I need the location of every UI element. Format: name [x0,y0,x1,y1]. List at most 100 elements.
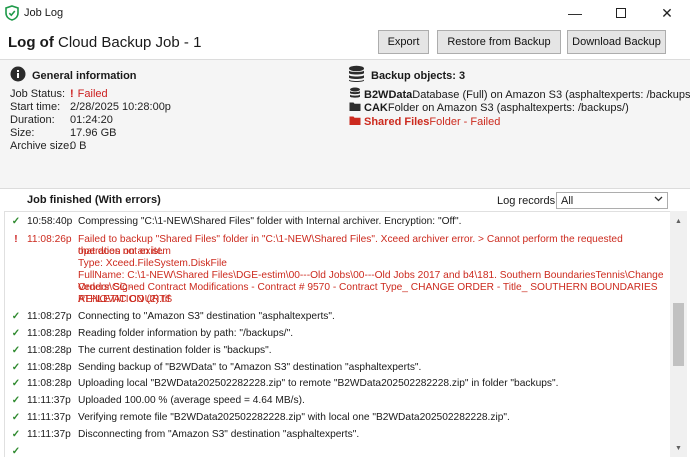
info-icon [10,66,26,85]
log-message: Uploaded 100.00 % (average speed = 4.64 … [78,395,305,406]
backup-object-name: B2WData [364,88,413,101]
backup-object-cak[interactable]: CAK Folder on Amazon S3 (asphaltexperts:… [349,101,629,115]
job-status-value: ! Failed [70,88,108,100]
start-time-value: 2/28/2025 10:28:00p [70,101,171,113]
minimize-button[interactable]: — [552,0,598,26]
restore-from-backup-button[interactable]: Restore from Backup [437,30,561,54]
log-row: ✓ 11:08:28p Uploading local "B2WData2025… [5,378,667,390]
log-row-error: ! 11:08:26p Failed to backup "Shared Fil… [5,234,667,306]
check-icon: ✓ [11,345,21,356]
log-records-value: All [561,194,574,207]
log-records-label: Log records [497,195,556,207]
check-icon: ✓ [11,328,21,339]
log-message: Connecting to "Amazon S3" destination "a… [78,311,335,322]
archive-size-label: Archive size: [10,140,73,152]
log-row: ✓ 11:08:27p Connecting to "Amazon S3" de… [5,311,667,323]
check-icon: ✓ [11,362,21,373]
check-icon: ✓ [11,311,21,322]
log-message: Sending backup of "B2WData" to "Amazon S… [78,362,422,373]
log-row: ✓ 11:11:37p Disconnecting from "Amazon S… [5,429,667,441]
general-information-title: General information [32,69,137,82]
log-message: Verifying remote file "B2WData2025022822… [78,412,510,423]
page-title-prefix: Log of [8,34,54,51]
error-icon: ! [70,88,74,100]
log-records-select[interactable]: All [556,192,668,209]
close-button[interactable]: ✕ [644,0,690,26]
log-scrollbar[interactable]: ▲ ▼ [670,211,687,457]
log-row: ✓ 11:11:37p Uploaded 100.00 % (average s… [5,395,667,407]
scroll-up-arrow-icon[interactable]: ▲ [670,213,687,230]
size-label: Size: [10,127,35,139]
backup-objects-title: Backup objects: 3 [371,69,466,82]
backup-object-name: CAK [364,102,388,114]
log-message: The current destination folder is "backu… [78,345,272,356]
log-time: 11:08:28p [27,362,72,373]
general-information-heading: General information [10,66,137,85]
archive-size-value: 0 B [70,140,87,152]
log-message: Reading folder information by path: "/ba… [78,328,294,339]
log-time: 10:58:40p [27,216,73,227]
start-time-label: Start time: [10,101,61,113]
folder-icon [349,101,361,115]
log-message: Type: Xceed.FileSystem.DiskFile [78,258,227,269]
page-title-job: Cloud Backup Job - 1 [58,34,202,51]
job-status-label: Job Status: [10,88,66,100]
log-row: ✓ 11:08:28p The current destination fold… [5,345,667,357]
log-time: 11:08:28p [27,378,72,389]
backup-object-detail: Folder on Amazon S3 (asphaltexperts: /ba… [387,102,629,114]
log-title: Job finished (With errors) [27,194,161,206]
log-header: Job finished (With errors) Log records A… [0,188,690,211]
page-title: Log of Cloud Backup Job - 1 [8,34,201,51]
log-time: 11:11:37p [27,429,71,440]
duration-label: Duration: [10,114,55,126]
folder-icon [349,115,361,129]
log-row: ✓ 11:08:28p Sending backup of "B2WData" … [5,362,667,374]
maximize-button[interactable] [598,0,644,26]
maximize-icon [616,8,626,18]
job-status-text: Failed [77,88,108,100]
log-time: 11:11:37p [27,395,71,406]
log-message: Uploading local "B2WData202502282228.zip… [78,378,559,389]
backup-object-detail: Folder - Failed [429,116,501,128]
log-message: that does not exist. [78,246,164,257]
duration-value: 01:24:20 [70,114,113,126]
check-icon: ✓ [11,429,21,440]
backup-object-b2wdata[interactable]: B2WData Database (Full) on Amazon S3 (as… [349,87,690,102]
chevron-down-icon [654,194,663,205]
log-message: Disconnecting from "Amazon S3" destinati… [78,429,360,440]
check-icon: ✓ [11,412,21,423]
log-time: 11:08:26p [27,234,72,245]
backup-objects-heading: Backup objects: 3 [348,65,465,86]
shield-check-icon [5,5,21,21]
backup-object-name: Shared Files [364,116,430,128]
minimize-icon: — [568,5,582,21]
log-time: 11:08:28p [27,345,72,356]
log-time: 11:08:27p [27,311,72,322]
scroll-thumb[interactable] [673,303,684,366]
log-row: ✓ 11:08:28p Reading folder information b… [5,328,667,340]
log-row: ✓ 10:58:40p Compressing "C:\1-NEW\Shared… [5,216,667,228]
close-icon: ✕ [661,4,673,21]
scroll-down-arrow-icon[interactable]: ▼ [670,440,687,457]
backup-object-detail: Database (Full) on Amazon S3 (asphaltexp… [412,88,690,101]
log-message: RENOVATION (2).tif [78,294,170,305]
log-row: ✓ 11:11:37p Verifying remote file "B2WDa… [5,412,667,424]
page-header: Log of Cloud Backup Job - 1 Export Resto… [0,26,690,59]
log-list[interactable]: ✓ 10:58:40p Compressing "C:\1-NEW\Shared… [4,211,670,457]
log-message: Compressing "C:\1-NEW\Shared Files" fold… [78,216,462,227]
size-value: 17.96 GB [70,127,117,139]
export-button[interactable]: Export [378,30,429,54]
window-titlebar: Job Log — ✕ [0,0,690,26]
log-row-partial: ✓ [5,446,667,457]
download-backup-button[interactable]: Download Backup [567,30,666,54]
info-panel: General information Job Status: ! Failed … [0,59,690,188]
backup-object-shared-files[interactable]: Shared Files Folder - Failed [349,115,500,129]
window-title: Job Log [24,7,64,19]
log-time: 11:08:28p [27,328,72,339]
check-icon: ✓ [11,446,21,457]
log-time: 11:11:37p [27,412,71,423]
database-stack-icon [348,65,365,86]
check-icon: ✓ [11,378,21,389]
check-icon: ✓ [11,395,21,406]
error-icon: ! [14,234,18,245]
